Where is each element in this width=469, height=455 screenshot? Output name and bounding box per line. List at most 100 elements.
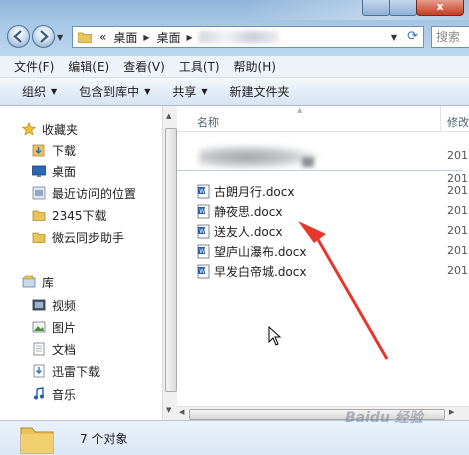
column-divider[interactable] [440,106,441,132]
document-icon [33,342,45,356]
navigation-scrollbar[interactable]: ▲ ▼ [162,106,177,420]
picture-icon [32,321,46,333]
sidebar-libraries-header[interactable]: 库 [22,272,54,292]
sidebar-item-documents[interactable]: 文档 [32,339,76,359]
sidebar-item-label: 音乐 [52,387,77,402]
word-document-icon: W [197,204,210,218]
breadcrumb-separator[interactable]: ▶ [143,33,149,42]
chevron-down-icon: ▼ [201,87,208,96]
sidebar-item-recent[interactable]: 最近访问的位置 [32,183,136,203]
refresh-icon[interactable]: ⟳ [407,29,418,44]
sidebar-favorites-header[interactable]: 收藏夹 [22,119,78,139]
include-in-library-button[interactable]: 包含到库中 ▼ [79,83,150,100]
new-folder-button[interactable]: 新建文件夹 [230,83,290,100]
recent-pages-dropdown[interactable]: ▼ [57,33,63,42]
row-focus-line [177,170,463,171]
list-item[interactable]: 201 201 [177,144,469,185]
scroll-down-arrow-icon[interactable]: ▼ [166,406,171,414]
menu-tools[interactable]: 工具(T) [172,58,227,75]
sidebar-favorites-label: 收藏夹 [42,122,79,137]
close-button[interactable]: x [416,0,464,16]
column-header-name[interactable]: 名称 [197,114,219,130]
file-date: 201 [447,264,468,277]
sort-indicator-icon: ▲ [297,106,303,114]
menu-edit[interactable]: 编辑(E) [61,58,116,75]
share-label: 共享 [172,85,197,99]
chevron-down-icon: ▼ [144,87,151,96]
download-folder-icon [33,364,45,378]
horizontal-scrollbar[interactable]: ◀ ▶ [177,406,469,421]
sidebar-item-label: 视频 [52,298,77,313]
menu-help[interactable]: 帮助(H) [227,58,283,75]
recent-places-icon [32,186,46,200]
svg-text:W: W [199,228,205,235]
minimize-button[interactable] [362,0,390,16]
svg-text:W: W [199,208,205,215]
library-icon [22,275,36,288]
file-date: 201 [447,204,468,217]
mouse-cursor-icon [268,326,282,346]
forward-button[interactable] [32,25,55,48]
watermark-logo: Baidu 经验 [345,410,423,426]
breadcrumb-separator[interactable]: ▶ [187,33,193,42]
word-document-icon: W [197,224,210,238]
word-document-icon: W [197,244,210,258]
sidebar-item-weiyun[interactable]: 微云同步助手 [32,227,124,247]
menu-bar: 文件(F) 编辑(E) 查看(V) 工具(T) 帮助(H) [0,56,469,78]
list-item[interactable]: W 早发白帝城.docx 201 [197,261,469,281]
breadcrumb-overflow[interactable]: « [99,30,106,44]
sidebar-item-thunder-downloads[interactable]: 迅雷下载 [32,361,100,381]
sidebar-item-label: 2345下载 [52,208,107,223]
new-folder-label: 新建文件夹 [229,85,290,99]
video-icon [32,299,46,311]
organize-label: 组织 [22,85,47,99]
download-folder-icon [32,144,45,157]
file-name: 早发白帝城.docx [214,264,307,279]
address-dropdown[interactable]: ▼ [391,33,397,42]
sidebar-item-label: 微云同步助手 [52,230,125,245]
blurred-breadcrumb [198,31,279,43]
list-item[interactable]: W 静夜思.docx 201 [197,201,469,221]
sidebar-item-music[interactable]: 音乐 [32,384,76,404]
file-name: 古朗月行.docx [214,184,295,199]
sidebar-item-2345-downloads[interactable]: 2345下载 [32,205,107,225]
sidebar-item-pictures[interactable]: 图片 [32,317,76,337]
menu-view[interactable]: 查看(V) [116,58,172,75]
sidebar-item-label: 桌面 [52,164,77,179]
sidebar-libraries-label: 库 [42,275,55,290]
include-in-library-label: 包含到库中 [79,85,140,99]
breadcrumb-desktop-1[interactable]: 桌面 [113,29,137,46]
sidebar-item-desktop[interactable]: 桌面 [32,161,76,181]
sidebar-item-downloads[interactable]: 下载 [32,140,76,160]
list-item[interactable]: W 古朗月行.docx 201 [197,181,469,201]
folder-icon [20,427,54,454]
sidebar-item-label: 文档 [52,342,77,357]
svg-text:W: W [199,188,205,195]
sidebar-item-label: 迅雷下载 [52,364,101,379]
command-bar: 组织 ▼ 包含到库中 ▼ 共享 ▼ 新建文件夹 [0,78,469,106]
scroll-right-arrow-icon[interactable]: ▶ [449,408,454,416]
folder-icon [78,32,92,43]
menu-file[interactable]: 文件(F) [0,58,61,75]
share-button[interactable]: 共享 ▼ [172,83,207,100]
column-header-date[interactable]: 修改 [447,114,469,130]
column-headers: ▲ 名称 修改 [177,106,469,132]
list-item[interactable]: W 望庐山瀑布.docx 201 [197,241,469,261]
navigation-pane: 收藏夹 下载 桌面 最近访问的位置 2345下载 微云同步助手 库 视频 图片 … [0,106,162,420]
address-bar[interactable]: « 桌面 ▶ 桌面 ▶ ▼ ⟳ [72,26,424,48]
maximize-button[interactable] [389,0,417,16]
back-arrow-icon [13,30,22,43]
blurred-filename [199,145,319,169]
scroll-up-arrow-icon[interactable]: ▲ [166,112,171,120]
sidebar-item-label: 图片 [52,320,77,335]
file-name: 静夜思.docx [214,204,283,219]
organize-button[interactable]: 组织 ▼ [22,83,57,100]
scroll-left-arrow-icon[interactable]: ◀ [179,408,184,416]
item-count: 7 个对象 [80,432,128,446]
back-button[interactable] [7,25,30,48]
sidebar-item-videos[interactable]: 视频 [32,295,76,315]
search-input[interactable]: 搜索 [431,26,469,48]
list-item[interactable]: W 送友人.docx 201 [197,221,469,241]
scrollbar-thumb[interactable] [165,128,177,392]
breadcrumb-desktop-2[interactable]: 桌面 [157,29,181,46]
